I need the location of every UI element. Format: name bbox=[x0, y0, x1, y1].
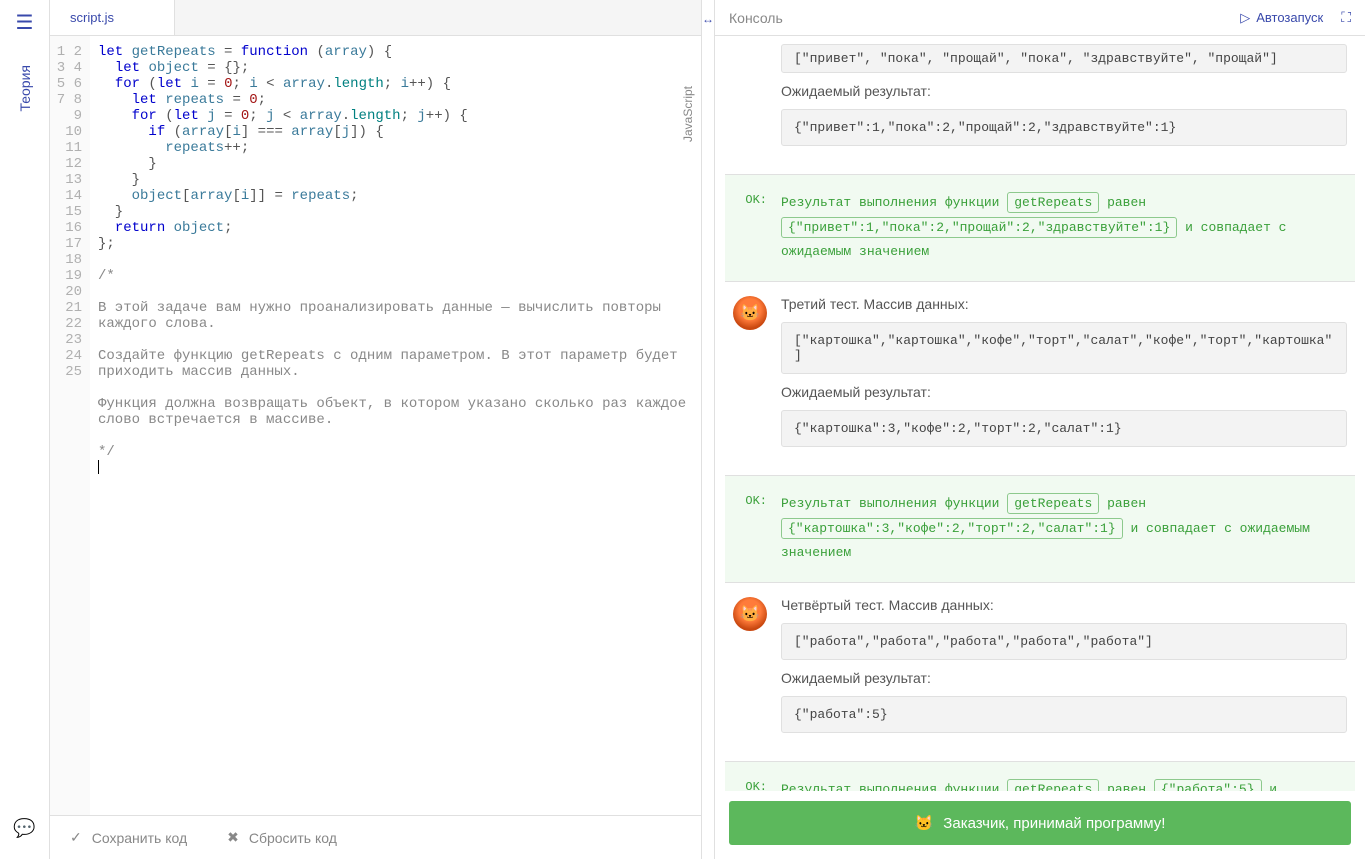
expected-label: Ожидаемый результат: bbox=[781, 384, 1347, 400]
language-label: JavaScript bbox=[681, 86, 695, 142]
expected-box: {"привет":1,"пока":2,"прощай":2,"здравст… bbox=[781, 109, 1347, 146]
expand-icon[interactable]: ⛶ bbox=[1341, 9, 1351, 26]
cat-icon: 🐱 bbox=[915, 814, 934, 832]
test-block: Третий тест. Массив данных: ["картошка",… bbox=[725, 286, 1355, 471]
menu-icon[interactable]: ☰ bbox=[16, 10, 34, 35]
expected-box: {"работа":5} bbox=[781, 696, 1347, 733]
close-icon: ✖ bbox=[227, 829, 239, 846]
code-editor[interactable]: 1 2 3 4 5 6 7 8 9 10 11 12 13 14 15 16 1… bbox=[50, 36, 701, 815]
test-result-ok: OK: Результат выполнения функции getRepe… bbox=[725, 475, 1355, 583]
test-result-ok: OK: Результат выполнения функции getRepe… bbox=[725, 761, 1355, 791]
check-icon: ✓ bbox=[70, 829, 82, 846]
test-title: Четвёртый тест. Массив данных: bbox=[781, 597, 1347, 613]
save-button[interactable]: ✓ Сохранить код bbox=[70, 829, 187, 846]
autorun-label: Автозапуск bbox=[1256, 10, 1323, 25]
expected-label: Ожидаемый результат: bbox=[781, 83, 1347, 99]
ok-badge: OK: bbox=[733, 492, 767, 566]
tab-bar: script.js bbox=[50, 0, 701, 36]
test-input-box: ["картошка","картошка","кофе","торт","са… bbox=[781, 322, 1347, 374]
test-input-box: ["работа","работа","работа","работа","ра… bbox=[781, 623, 1347, 660]
pane-splitter[interactable]: ↔ bbox=[701, 0, 715, 859]
code-area[interactable]: let getRepeats = function (array) { let … bbox=[90, 36, 701, 815]
chat-icon[interactable]: 💬 bbox=[13, 818, 35, 839]
ok-value: {"привет":1,"пока":2,"прощай":2,"здравст… bbox=[781, 217, 1177, 238]
expected-box: {"картошка":3,"кофе":2,"торт":2,"салат":… bbox=[781, 410, 1347, 447]
avatar-icon bbox=[733, 597, 767, 631]
console-header: Консоль ▷ Автозапуск ⛶ bbox=[715, 0, 1365, 36]
avatar-icon bbox=[733, 296, 767, 330]
reset-button[interactable]: ✖ Сбросить код bbox=[227, 829, 337, 846]
submit-button[interactable]: 🐱 Заказчик, принимай программу! bbox=[729, 801, 1351, 845]
test-block: Четвёртый тест. Массив данных: ["работа"… bbox=[725, 587, 1355, 757]
console-panel: Консоль ▷ Автозапуск ⛶ ["привет", "пока"… bbox=[715, 0, 1365, 859]
test-input-box: ["привет", "пока", "прощай", "пока", "зд… bbox=[781, 44, 1347, 73]
ok-badge: OK: bbox=[733, 191, 767, 265]
ok-fn-name: getRepeats bbox=[1007, 192, 1099, 213]
reset-label: Сбросить код bbox=[249, 830, 337, 846]
editor-footer: ✓ Сохранить код ✖ Сбросить код bbox=[50, 815, 701, 859]
play-icon: ▷ bbox=[1240, 10, 1250, 26]
test-title: Третий тест. Массив данных: bbox=[781, 296, 1347, 312]
editor-panel: script.js 1 2 3 4 5 6 7 8 9 10 11 12 13 … bbox=[50, 0, 701, 859]
console-title: Консоль bbox=[729, 10, 783, 26]
console-output[interactable]: ["привет", "пока", "прощай", "пока", "зд… bbox=[715, 36, 1365, 791]
submit-label: Заказчик, принимай программу! bbox=[943, 815, 1165, 832]
autorun-toggle[interactable]: ▷ Автозапуск bbox=[1240, 10, 1323, 26]
submit-bar: 🐱 Заказчик, принимай программу! bbox=[715, 791, 1365, 859]
ok-text: Результат выполнения функции bbox=[781, 195, 1007, 210]
file-tab[interactable]: script.js bbox=[50, 0, 175, 35]
left-rail: ☰ Теория 💬 bbox=[0, 0, 50, 859]
ok-badge: OK: bbox=[733, 778, 767, 791]
line-gutter: 1 2 3 4 5 6 7 8 9 10 11 12 13 14 15 16 1… bbox=[50, 36, 90, 815]
expected-label: Ожидаемый результат: bbox=[781, 670, 1347, 686]
test-result-ok: OK: Результат выполнения функции getRepe… bbox=[725, 174, 1355, 282]
theory-tab[interactable]: Теория bbox=[17, 65, 33, 112]
save-label: Сохранить код bbox=[92, 830, 187, 846]
